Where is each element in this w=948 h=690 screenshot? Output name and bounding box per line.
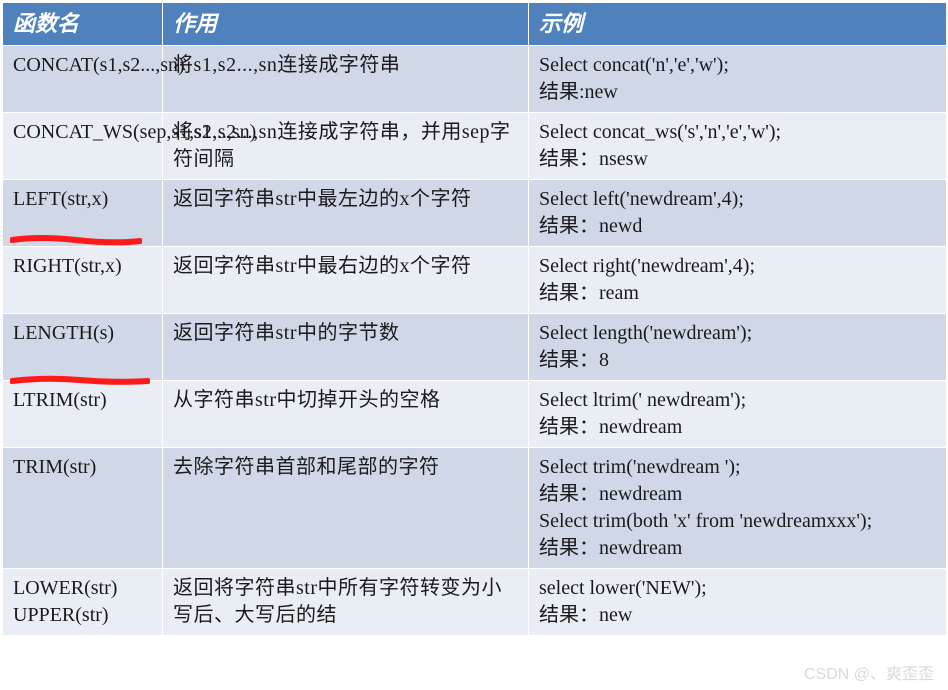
header-example: 示例 bbox=[529, 3, 947, 46]
example-cell: Select trim('newdream ');结果：newdreamSele… bbox=[529, 447, 947, 568]
header-fn: 函数名 bbox=[3, 3, 163, 46]
fn-cell: CONCAT(s1,s2...,sn) bbox=[3, 45, 163, 112]
example-cell: select lower('NEW');结果：new bbox=[529, 568, 947, 635]
desc-cell: 去除字符串首部和尾部的字符 bbox=[163, 447, 529, 568]
header-row: 函数名 作用 示例 bbox=[3, 3, 947, 46]
table-row: LTRIM(str) 从字符串str中切掉开头的空格 Select ltrim(… bbox=[3, 380, 947, 447]
example-cell: Select left('newdream',4);结果：newd bbox=[529, 179, 947, 246]
desc-cell: 将s1,s2...,sn连接成字符串，并用sep字符间隔 bbox=[163, 112, 529, 179]
desc-cell: 返回字符串str中最左边的x个字符 bbox=[163, 179, 529, 246]
fn-cell: LOWER(str)UPPER(str) bbox=[3, 568, 163, 635]
desc-cell: 返回字符串str中的字节数 bbox=[163, 313, 529, 380]
table-row: LENGTH(s) 返回字符串str中的字节数 Select length('n… bbox=[3, 313, 947, 380]
table-row: LOWER(str)UPPER(str) 返回将字符串str中所有字符转变为小写… bbox=[3, 568, 947, 635]
fn-cell: LTRIM(str) bbox=[3, 380, 163, 447]
fn-cell: LENGTH(s) bbox=[3, 313, 163, 380]
header-desc: 作用 bbox=[163, 3, 529, 46]
table-row: LEFT(str,x) 返回字符串str中最左边的x个字符 Select lef… bbox=[3, 179, 947, 246]
desc-cell: 将s1,s2...,sn连接成字符串 bbox=[163, 45, 529, 112]
example-cell: Select length('newdream');结果：8 bbox=[529, 313, 947, 380]
desc-cell: 从字符串str中切掉开头的空格 bbox=[163, 380, 529, 447]
table-row: RIGHT(str,x) 返回字符串str中最右边的x个字符 Select ri… bbox=[3, 246, 947, 313]
desc-cell: 返回字符串str中最右边的x个字符 bbox=[163, 246, 529, 313]
desc-cell: 返回将字符串str中所有字符转变为小写后、大写后的结 bbox=[163, 568, 529, 635]
fn-cell: CONCAT_WS(sep,s1,s2...,sn) bbox=[3, 112, 163, 179]
table-row: TRIM(str) 去除字符串首部和尾部的字符 Select trim('new… bbox=[3, 447, 947, 568]
example-cell: Select ltrim(' newdream');结果：newdream bbox=[529, 380, 947, 447]
table-row: CONCAT(s1,s2...,sn) 将s1,s2...,sn连接成字符串 S… bbox=[3, 45, 947, 112]
function-reference-table: 函数名 作用 示例 CONCAT(s1,s2...,sn) 将s1,s2...,… bbox=[2, 2, 947, 636]
fn-cell: LEFT(str,x) bbox=[3, 179, 163, 246]
example-cell: Select concat('n','e','w');结果:new bbox=[529, 45, 947, 112]
example-cell: Select concat_ws('s','n','e','w');结果：nse… bbox=[529, 112, 947, 179]
table-row: CONCAT_WS(sep,s1,s2...,sn) 将s1,s2...,sn连… bbox=[3, 112, 947, 179]
example-cell: Select right('newdream',4);结果：ream bbox=[529, 246, 947, 313]
fn-cell: TRIM(str) bbox=[3, 447, 163, 568]
watermark-text: CSDN @、爽歪歪 bbox=[804, 660, 934, 684]
fn-cell: RIGHT(str,x) bbox=[3, 246, 163, 313]
